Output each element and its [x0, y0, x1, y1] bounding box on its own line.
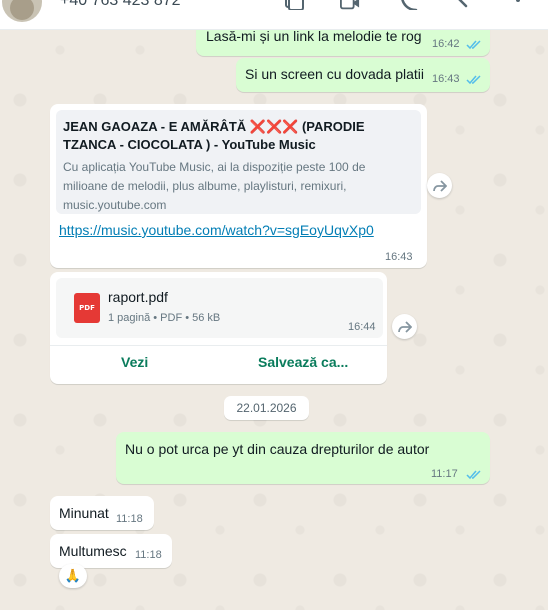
message-time: 16:43: [385, 251, 413, 263]
message-time: 11:17: [431, 468, 458, 480]
more-options-icon[interactable]: [508, 0, 528, 10]
reaction-badge[interactable]: 🙏: [59, 564, 87, 588]
incoming-message[interactable]: Minunat 11:18: [50, 496, 154, 530]
divider: [50, 345, 387, 346]
document-meta: 1 pagină • PDF • 56 kB: [108, 312, 221, 324]
link-preview-card[interactable]: JEAN GAOAZA - E AMĂRÂTĂ ❌❌❌ (PARODIE TZA…: [56, 110, 421, 214]
contact-name[interactable]: +40 763 423 872: [60, 0, 181, 10]
contact-avatar[interactable]: [2, 0, 42, 22]
message-time: 16:42: [432, 38, 460, 50]
incoming-document-message[interactable]: PDF raport.pdf 1 pagină • PDF • 56 kB 16…: [50, 272, 387, 384]
message-time: 11:18: [116, 513, 143, 525]
message-text: Lasă-mi și un link la melodie te rog: [206, 28, 422, 44]
message-text: Multumesc: [59, 543, 127, 559]
chat-header: +40 763 423 872: [0, 0, 548, 30]
date-separator: 22.01.2026: [224, 396, 309, 420]
incoming-message[interactable]: Multumesc 11:18: [50, 534, 172, 568]
read-ticks-icon: [466, 75, 481, 85]
link-preview-domain: music.youtube.com: [63, 198, 167, 212]
view-document-button[interactable]: Vezi: [121, 354, 148, 370]
link-preview-title: JEAN GAOAZA - E AMĂRÂTĂ ❌❌❌ (PARODIE TZA…: [63, 119, 365, 152]
link-preview-description: Cu aplicația YouTube Music, ai la dispoz…: [63, 158, 393, 215]
outgoing-message[interactable]: Nu o pot urca pe yt din cauza drepturilo…: [116, 432, 490, 484]
gallery-icon[interactable]: [284, 0, 304, 10]
forward-icon[interactable]: [392, 314, 417, 339]
outgoing-message[interactable]: Si un screen cu dovada platii 16:43: [236, 58, 490, 92]
message-text: Minunat: [59, 505, 109, 521]
message-time: 16:43: [432, 73, 460, 85]
search-icon[interactable]: [452, 0, 472, 10]
document-name: raport.pdf: [108, 289, 168, 305]
youtube-music-link[interactable]: https://music.youtube.com/watch?v=sgEoyU…: [59, 222, 374, 238]
message-text: Nu o pot urca pe yt din cauza drepturilo…: [125, 441, 430, 457]
voice-call-icon[interactable]: [398, 0, 418, 10]
read-ticks-icon: [466, 40, 481, 50]
read-ticks-icon: [466, 470, 481, 480]
message-time: 11:18: [135, 549, 162, 561]
forward-icon[interactable]: [427, 173, 452, 198]
video-call-icon[interactable]: [340, 0, 360, 10]
message-text: Si un screen cu dovada platii: [245, 66, 424, 82]
link-preview-desc-text: Cu aplicația YouTube Music, ai la dispoz…: [63, 160, 366, 193]
document-card[interactable]: PDF raport.pdf 1 pagină • PDF • 56 kB: [56, 278, 383, 338]
incoming-link-message[interactable]: JEAN GAOAZA - E AMĂRÂTĂ ❌❌❌ (PARODIE TZA…: [50, 104, 427, 268]
message-time: 16:44: [348, 321, 376, 333]
save-as-button[interactable]: Salvează ca...: [258, 354, 348, 370]
pdf-file-icon: PDF: [74, 293, 100, 323]
